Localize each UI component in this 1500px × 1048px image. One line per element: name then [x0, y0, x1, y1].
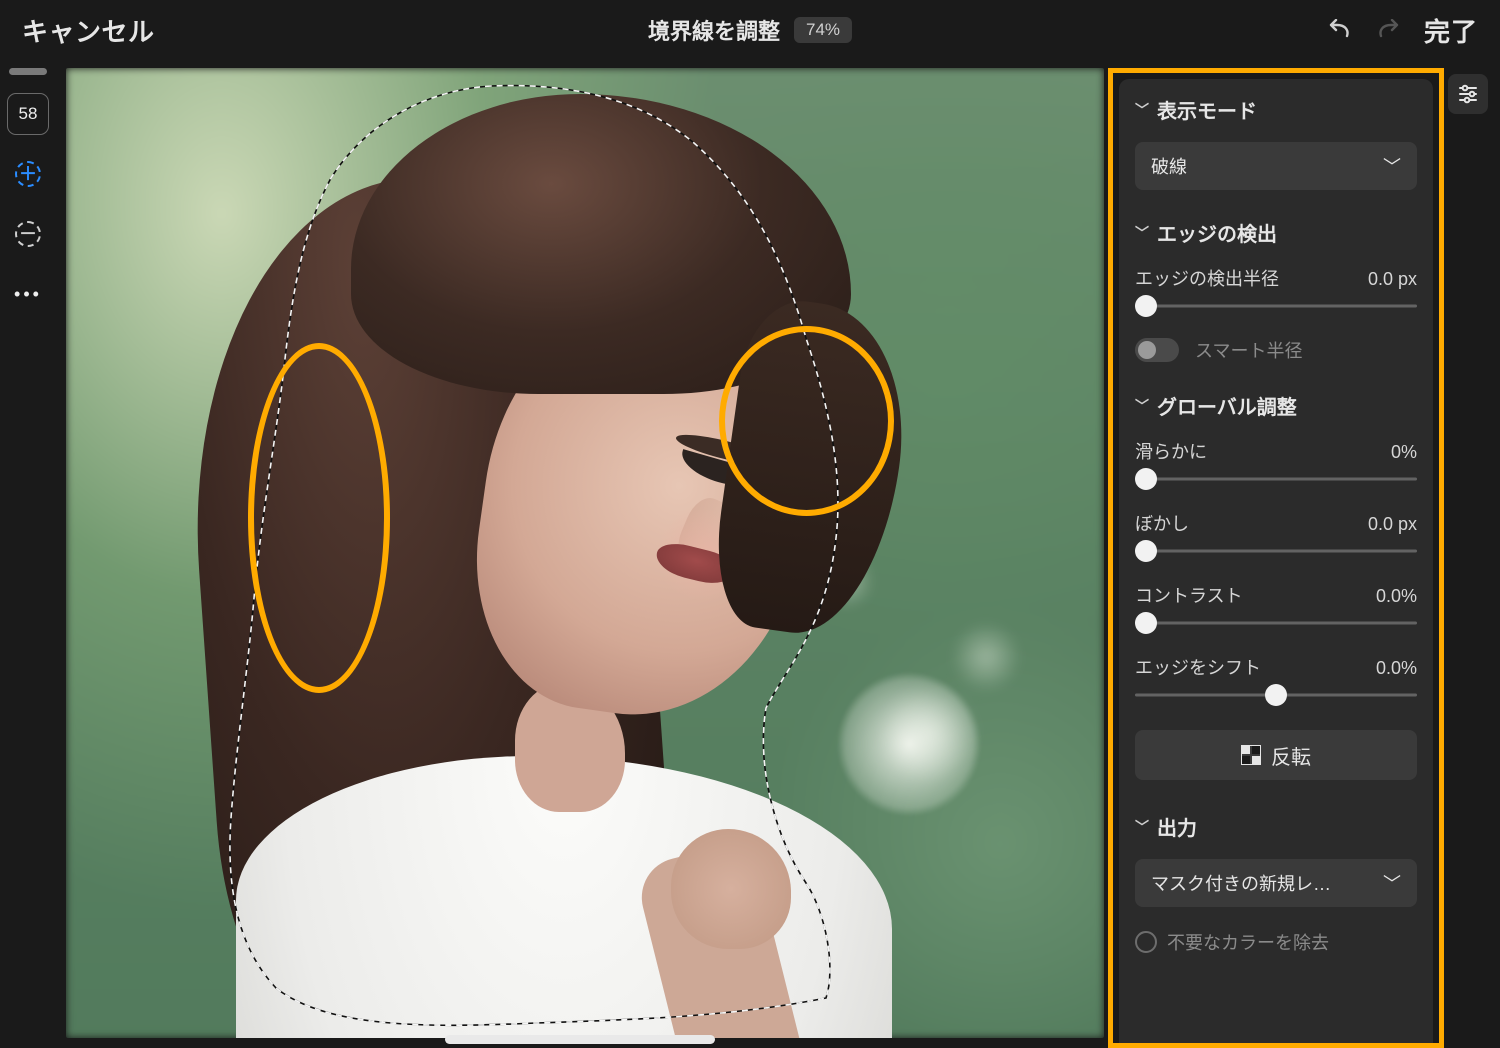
radio-icon: [1135, 931, 1157, 953]
chevron-down-icon: ﹀: [1135, 396, 1149, 416]
sliders-icon: [1457, 83, 1479, 105]
refine-edge-panel-highlight: ﹀ 表示モード 破線 ﹀ ﹀ エッジの検出 エッジの検出半径: [1108, 68, 1444, 1048]
canvas-area[interactable]: [56, 60, 1104, 1048]
output-select-value: マスク付きの新規レ…: [1151, 870, 1331, 896]
add-to-selection-tool[interactable]: ＋: [7, 153, 49, 195]
output-select[interactable]: マスク付きの新規レ… ﹀: [1135, 859, 1417, 907]
zoom-level[interactable]: 74%: [794, 17, 852, 43]
invert-label: 反転: [1271, 741, 1311, 770]
section-header-edge[interactable]: ﹀ エッジの検出: [1135, 218, 1417, 247]
smooth-slider[interactable]: [1135, 466, 1417, 492]
more-tools-button[interactable]: •••: [7, 273, 49, 315]
shift-edge-value: 0.0%: [1376, 658, 1417, 679]
contrast-label: コントラスト: [1135, 582, 1243, 608]
cancel-button[interactable]: キャンセル: [22, 12, 155, 49]
edge-radius-label: エッジの検出半径: [1135, 265, 1279, 291]
edge-radius-slider[interactable]: [1135, 293, 1417, 319]
chevron-down-icon: ﹀: [1135, 100, 1149, 120]
feather-value: 0.0 px: [1368, 514, 1417, 535]
edge-radius-value: 0.0 px: [1368, 269, 1417, 290]
smooth-label: 滑らかに: [1135, 438, 1207, 464]
invert-button[interactable]: 反転: [1135, 730, 1417, 780]
decontaminate-label: 不要なカラーを除去: [1167, 929, 1329, 955]
image-canvas[interactable]: [66, 68, 1104, 1038]
brush-preview-handle[interactable]: [9, 68, 47, 75]
chevron-down-icon: ﹀: [1135, 817, 1149, 837]
top-bar: キャンセル 境界線を調整 74% 完了: [0, 0, 1500, 60]
smart-radius-label: スマート半径: [1195, 337, 1302, 363]
invert-icon: [1241, 745, 1261, 765]
chevron-down-icon: ﹀: [1383, 870, 1401, 896]
view-mode-select[interactable]: 破線 ﹀: [1135, 142, 1417, 190]
chevron-down-icon: ﹀: [1135, 223, 1149, 243]
chevron-down-icon: ﹀: [1383, 153, 1401, 179]
feather-slider[interactable]: [1135, 538, 1417, 564]
smooth-value: 0%: [1391, 442, 1417, 463]
section-header-output[interactable]: ﹀ 出力: [1135, 812, 1417, 841]
section-title-text: 表示モード: [1157, 95, 1257, 124]
decontaminate-row[interactable]: 不要なカラーを除去: [1135, 929, 1417, 955]
view-mode-value: 破線: [1151, 153, 1187, 179]
section-title-text: エッジの検出: [1157, 218, 1277, 247]
section-title-text: グローバル調整: [1157, 391, 1297, 420]
left-toolbar: 58 ＋ － •••: [0, 60, 56, 1048]
shift-edge-slider[interactable]: [1135, 682, 1417, 708]
home-indicator: [445, 1035, 715, 1044]
feather-label: ぼかし: [1135, 510, 1189, 536]
section-title-text: 出力: [1157, 812, 1197, 841]
refine-edge-panel: ﹀ 表示モード 破線 ﹀ ﹀ エッジの検出 エッジの検出半径: [1119, 79, 1433, 1043]
undo-button[interactable]: [1324, 15, 1354, 45]
smart-radius-row: スマート半径: [1135, 337, 1417, 363]
panel-toggle-button[interactable]: [1448, 74, 1488, 114]
redo-button[interactable]: [1374, 15, 1404, 45]
done-button[interactable]: 完了: [1424, 12, 1478, 49]
page-title: 境界線を調整: [648, 14, 780, 46]
smart-radius-toggle[interactable]: [1135, 338, 1179, 362]
brush-size-value[interactable]: 58: [7, 93, 49, 135]
contrast-value: 0.0%: [1376, 586, 1417, 607]
section-header-global[interactable]: ﹀ グローバル調整: [1135, 391, 1417, 420]
contrast-slider[interactable]: [1135, 610, 1417, 636]
shift-edge-label: エッジをシフト: [1135, 654, 1261, 680]
subtract-from-selection-tool[interactable]: －: [7, 213, 49, 255]
section-header-view-mode[interactable]: ﹀ 表示モード: [1135, 95, 1417, 124]
